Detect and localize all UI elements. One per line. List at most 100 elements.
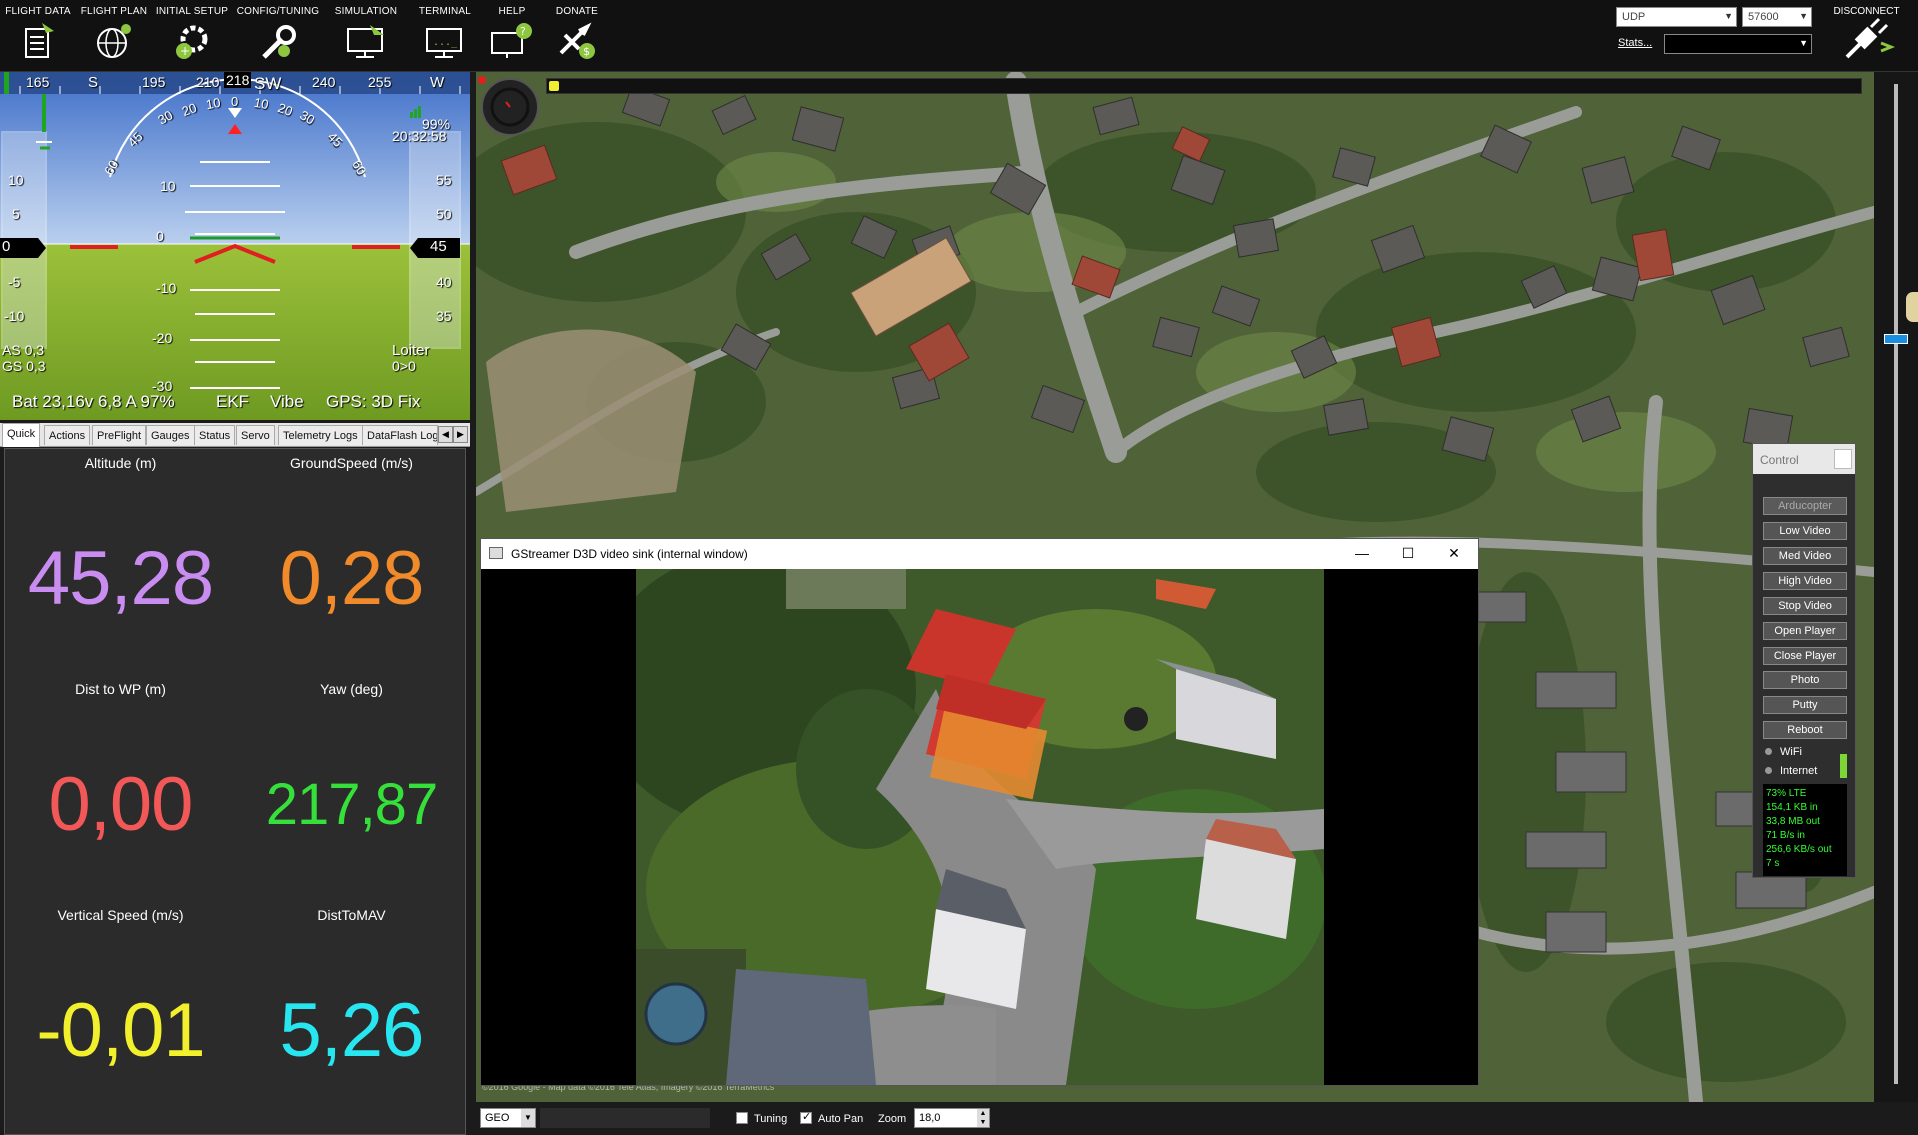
tab-preflight[interactable]: PreFlight: [92, 425, 147, 445]
gps-status: GPS: 3D Fix: [326, 392, 421, 411]
minimize-button[interactable]: —: [1339, 539, 1385, 569]
compass-widget[interactable]: [481, 78, 539, 136]
flight-data-tabs: Quick Actions PreFlight Gauges Status Se…: [0, 423, 470, 447]
terminal-icon: ..._: [426, 28, 462, 58]
quick-value-altitude[interactable]: 45,28: [5, 535, 236, 622]
quick-view-panel: Altitude (m) 45,28 GroundSpeed (m/s) 0,2…: [4, 448, 466, 1135]
maximize-button[interactable]: ☐: [1385, 539, 1431, 569]
close-player-button[interactable]: Close Player: [1763, 647, 1847, 665]
menu-flight-data[interactable]: FLIGHT DATA: [2, 0, 74, 70]
tuning-label: Tuning: [754, 1113, 788, 1125]
internet-status-dot: [1765, 767, 1772, 774]
svg-text:..._: ..._: [433, 37, 458, 48]
alt-tick: 35: [436, 308, 452, 324]
quick-value-dist-to-wp[interactable]: 0,00: [5, 761, 236, 848]
baud-rate-select[interactable]: 57600 ▼: [1742, 7, 1812, 27]
control-title: Control: [1760, 453, 1799, 467]
open-player-button[interactable]: Open Player: [1763, 622, 1847, 640]
spinner-arrows-icon[interactable]: ▲ ▼: [977, 1109, 989, 1127]
heading-readout: 218: [224, 72, 252, 88]
close-button[interactable]: ✕: [1431, 539, 1477, 569]
quick-label-yaw: Yaw (deg): [320, 681, 383, 697]
control-collapse-button[interactable]: [1834, 449, 1852, 469]
heading-tick: S: [88, 74, 99, 91]
menu-terminal[interactable]: TERMINAL ..._: [410, 0, 480, 70]
internet-status: Internet: [1765, 765, 1817, 777]
auto-pan-checkbox[interactable]: [800, 1110, 812, 1124]
window-icon: [489, 547, 503, 559]
tab-actions[interactable]: Actions: [44, 425, 91, 445]
menu-label: FLIGHT DATA: [5, 6, 71, 17]
tab-gauges[interactable]: Gauges: [146, 425, 195, 445]
menu-help[interactable]: HELP ?: [484, 0, 540, 70]
roll-tick: 10: [252, 94, 270, 113]
photo-button[interactable]: Photo: [1763, 671, 1847, 689]
heading-tick: 210: [196, 74, 220, 90]
coordinate-type-value: GEO: [485, 1112, 510, 1124]
aerial-video-frame: [636, 569, 1324, 1085]
svg-text:$: $: [583, 45, 590, 58]
armed-indicator: [478, 76, 486, 84]
speed-tick: 10: [8, 172, 24, 188]
tab-telemetry-logs[interactable]: Telemetry Logs: [278, 425, 363, 445]
quick-value-vertical-speed[interactable]: -0,01: [5, 987, 236, 1074]
coordinate-type-select[interactable]: GEO ▼: [480, 1108, 536, 1128]
chevron-right-icon[interactable]: ▶: [453, 426, 468, 443]
heading-tick: W: [430, 74, 445, 91]
disconnect-button[interactable]: DISCONNECT: [1815, 0, 1918, 70]
tab-scroll: ◀ ▶: [438, 426, 468, 443]
stop-video-button[interactable]: Stop Video: [1763, 597, 1847, 615]
link-select[interactable]: ▼: [1664, 34, 1812, 54]
speed-readout: 0: [2, 238, 11, 255]
putty-button[interactable]: Putty: [1763, 696, 1847, 714]
tab-status[interactable]: Status: [194, 425, 236, 445]
net-stat-line: 154,1 KB in: [1766, 802, 1818, 813]
control-panel: Control Arducopter Low Video Med Video H…: [1752, 443, 1856, 878]
vibe-status[interactable]: Vibe: [270, 392, 304, 412]
menu-initial-setup[interactable]: INITIAL SETUP +: [154, 0, 230, 70]
clock: 20:32:58: [392, 128, 447, 144]
alt-tick: 55: [436, 172, 452, 188]
net-stat-line: 256,6 KB/s out: [1766, 844, 1832, 855]
menu-simulation[interactable]: SIMULATION: [326, 0, 406, 70]
high-video-button[interactable]: High Video: [1763, 572, 1847, 590]
tab-servo[interactable]: Servo: [236, 425, 275, 445]
quick-label-dist-to-wp: Dist to WP (m): [75, 681, 166, 697]
arducopter-button[interactable]: Arducopter: [1763, 497, 1847, 515]
video-title-bar[interactable]: GStreamer D3D video sink (internal windo…: [481, 539, 1478, 569]
quick-value-yaw[interactable]: 217,87: [236, 761, 467, 838]
zoom-slider-thumb[interactable]: [1884, 334, 1908, 344]
menu-donate[interactable]: DONATE $: [544, 0, 610, 70]
wifi-label: WiFi: [1780, 746, 1802, 758]
donate-icon: $: [559, 22, 595, 59]
tab-quick[interactable]: Quick: [2, 423, 41, 447]
control-header[interactable]: Control: [1753, 444, 1855, 474]
menu-label: TERMINAL: [418, 6, 472, 17]
heading-tick: 255: [368, 74, 392, 90]
zoom-input[interactable]: 18,0 ▲ ▼: [914, 1108, 990, 1128]
low-video-button[interactable]: Low Video: [1763, 522, 1847, 540]
net-stat-line: 7 s: [1766, 858, 1780, 869]
menu-label: SIMULATION: [334, 6, 398, 17]
roll-tick: 0: [231, 94, 239, 109]
menu-config-tuning[interactable]: CONFIG/TUNING: [234, 0, 322, 70]
chevron-down-icon: ▼: [1799, 38, 1808, 48]
quick-label-altitude: Altitude (m): [84, 455, 157, 471]
connection-type-value: UDP: [1622, 11, 1646, 23]
tab-dataflash-logs[interactable]: DataFlash Logs: [362, 425, 438, 445]
quick-value-groundspeed[interactable]: 0,28: [236, 535, 467, 622]
chevron-left-icon[interactable]: ◀: [438, 426, 453, 443]
stats-link[interactable]: Stats...: [1618, 37, 1652, 49]
med-video-button[interactable]: Med Video: [1763, 547, 1847, 565]
reboot-button[interactable]: Reboot: [1763, 721, 1847, 739]
auto-pan-label: Auto Pan: [818, 1113, 864, 1125]
tuning-checkbox[interactable]: [736, 1112, 748, 1124]
zoom-value: 18,0: [919, 1112, 941, 1124]
hud-display[interactable]: 165 S 195 210 SW 240 255 W 218 60 45 30 …: [0, 72, 470, 420]
quick-value-dist-to-mav[interactable]: 5,26: [236, 987, 467, 1074]
pitch-tick: 0: [156, 228, 164, 244]
slider-handle-icon[interactable]: [1906, 292, 1918, 322]
menu-flight-plan[interactable]: FLIGHT PLAN: [78, 0, 150, 70]
ekf-status[interactable]: EKF: [216, 392, 249, 412]
connection-type-select[interactable]: UDP ▼: [1616, 7, 1737, 27]
